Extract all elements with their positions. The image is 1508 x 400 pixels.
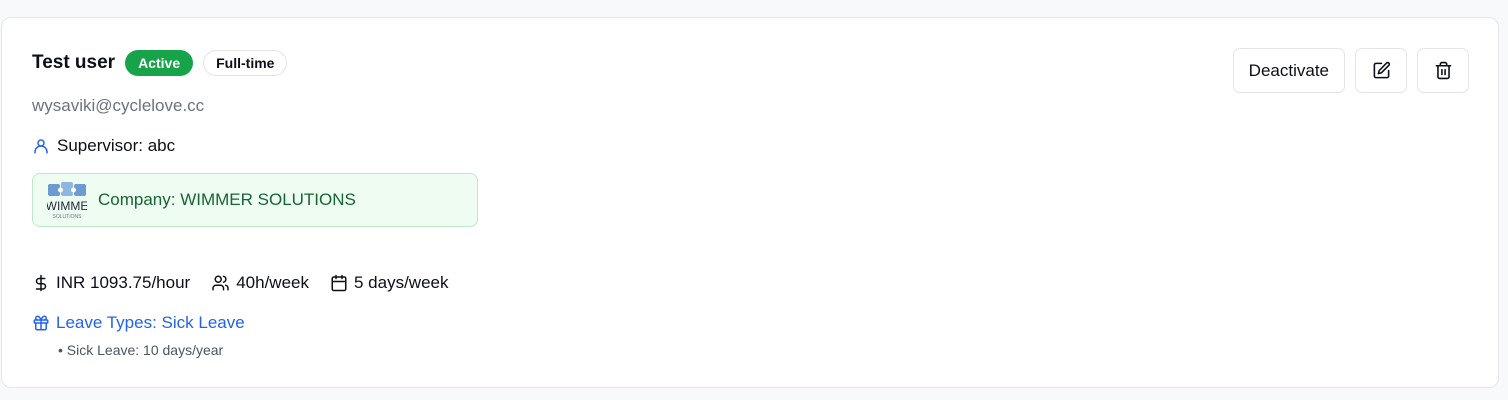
- dollar-icon: [32, 274, 50, 292]
- company-logo: WIMME SOLUTIONS: [46, 180, 88, 220]
- delete-button[interactable]: [1417, 48, 1469, 93]
- company-box: WIMME SOLUTIONS Company: WIMMER SOLUTION…: [32, 173, 478, 227]
- trash-icon: [1434, 61, 1453, 80]
- card-actions: Deactivate: [1232, 48, 1469, 93]
- supervisor-row: Supervisor: abc: [32, 136, 175, 156]
- logo-subtext: SOLUTIONS: [53, 214, 83, 220]
- status-badge: Active: [125, 50, 194, 76]
- edit-icon: [1372, 61, 1391, 80]
- days-label: 5 days/week: [353, 273, 449, 292]
- user-icon: [32, 137, 50, 155]
- rate-item: INR 1093.75/hour: [32, 273, 190, 293]
- deactivate-button[interactable]: Deactivate: [1232, 48, 1345, 93]
- company-label: Company: WIMMER SOLUTIONS: [98, 190, 356, 209]
- days-item: 5 days/week: [330, 273, 449, 293]
- employment-type-badge: Full-time: [203, 50, 288, 76]
- gift-icon: [32, 314, 50, 332]
- supervisor-label: Supervisor: abc: [57, 136, 176, 155]
- employee-name: Test user: [32, 52, 116, 73]
- leave-types-label: Leave Types: Sick Leave: [56, 313, 245, 332]
- hours-item: 40h/week: [211, 273, 309, 293]
- calendar-icon: [330, 274, 348, 292]
- users-icon: [211, 274, 230, 292]
- edit-button[interactable]: [1355, 48, 1407, 93]
- employee-email: wysaviki@cyclelove.cc: [32, 96, 205, 115]
- leave-types-row: Leave Types: Sick Leave: [32, 313, 245, 333]
- employee-card: Test user Active Full-time wysaviki@cycl…: [1, 17, 1499, 388]
- logo-text: WIMME: [47, 199, 87, 213]
- leave-detail-item: • Sick Leave: 10 days/year: [58, 342, 224, 358]
- rate-label: INR 1093.75/hour: [56, 273, 191, 292]
- employee-header: Test user Active Full-time: [32, 50, 288, 76]
- work-details-row: INR 1093.75/hour 40h/week 5 days/week: [32, 273, 469, 293]
- hours-label: 40h/week: [236, 273, 309, 292]
